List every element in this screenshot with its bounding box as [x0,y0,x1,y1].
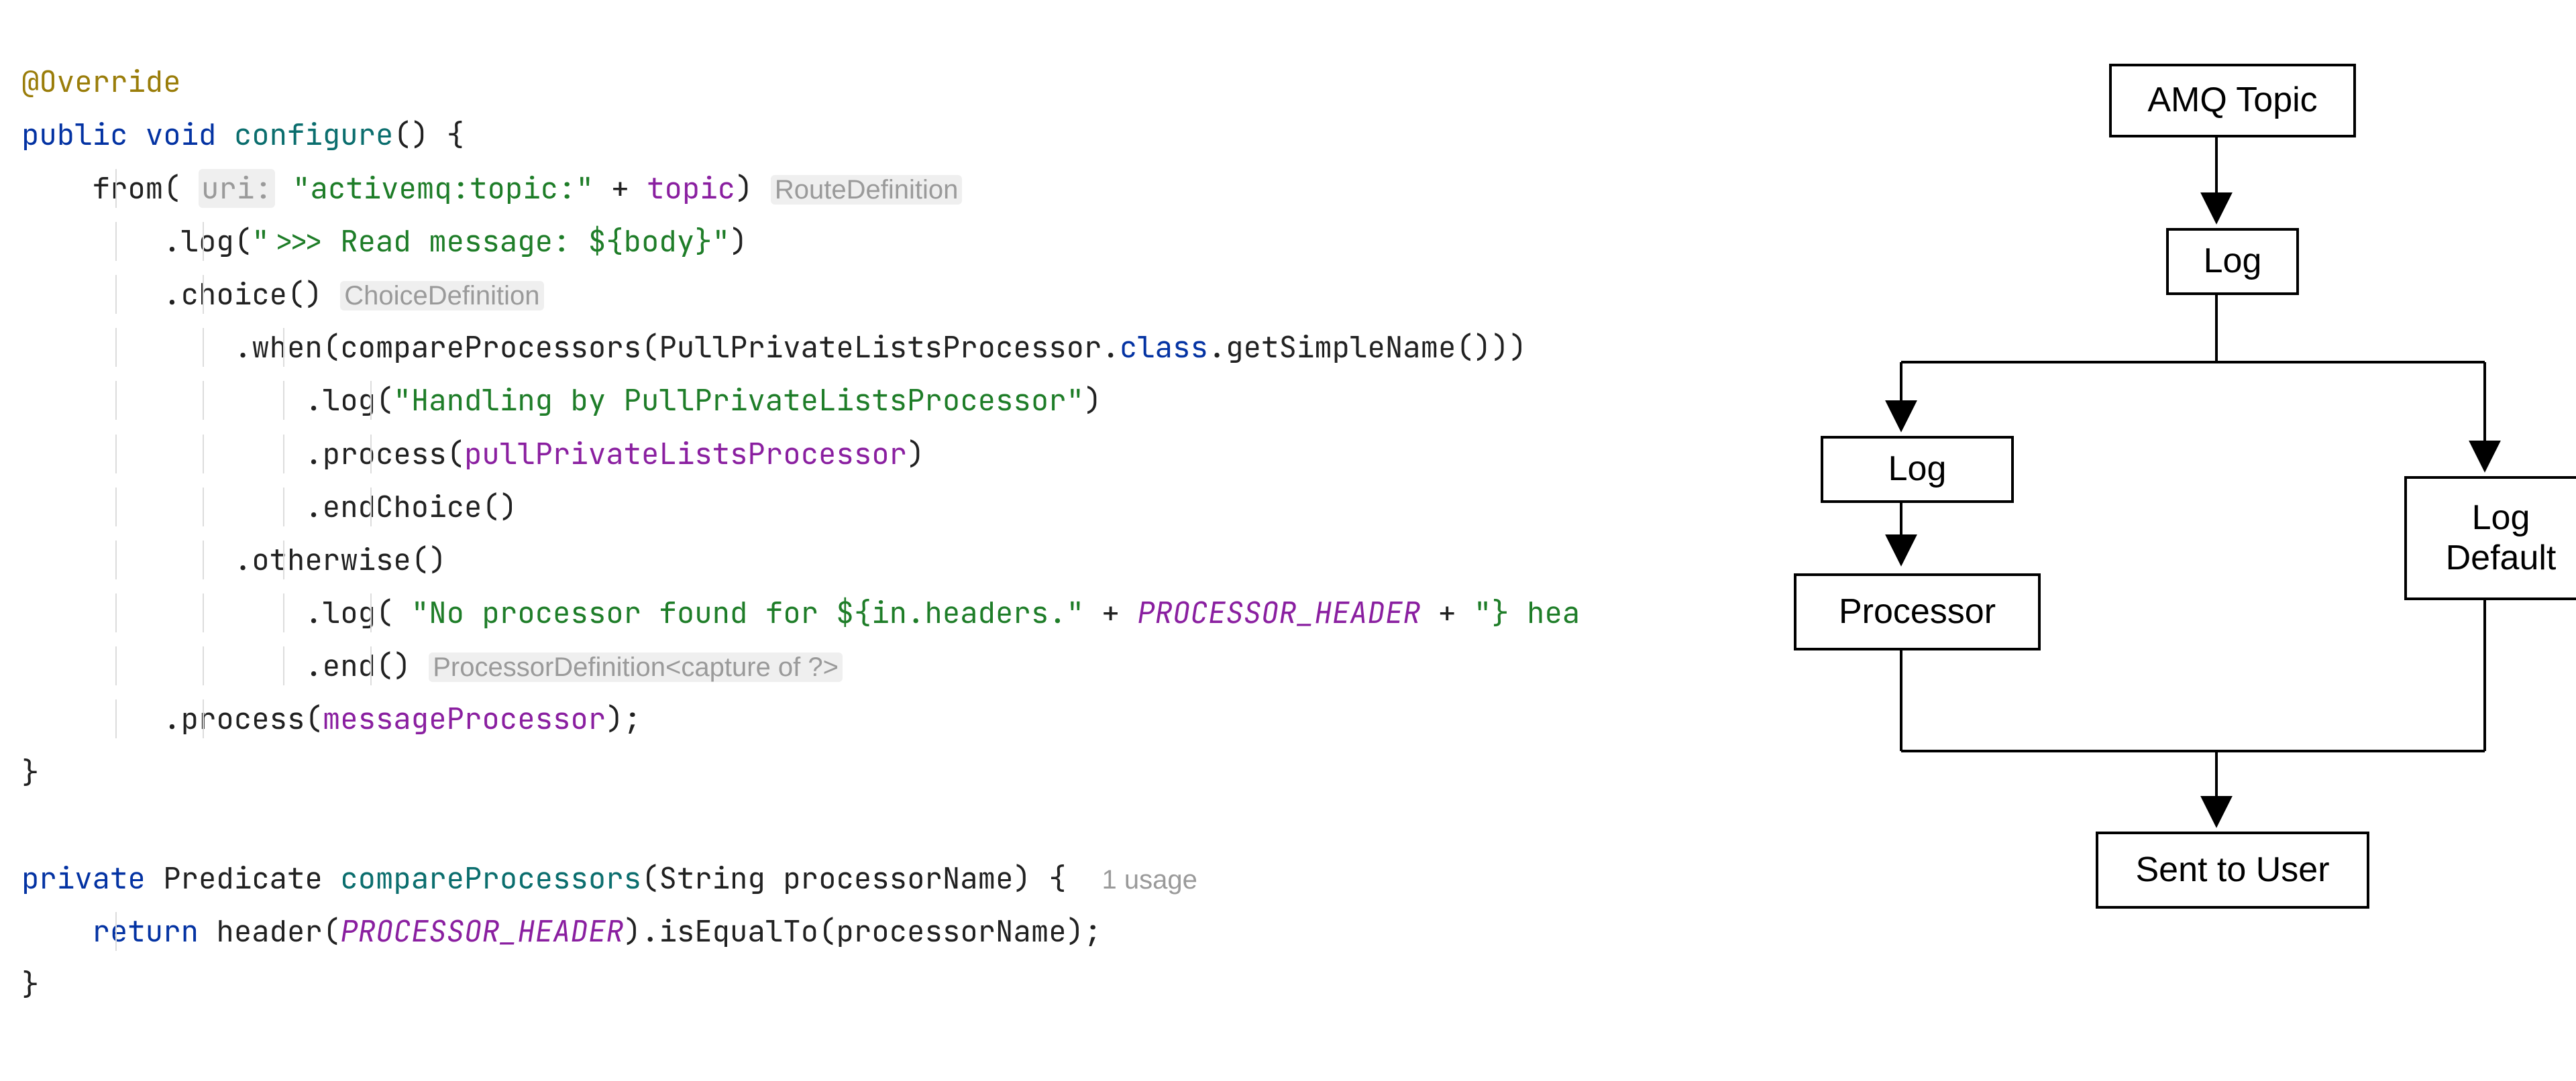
punct: ) [624,912,641,951]
string-read-message: ">>> Read message: ${body}" [252,222,730,261]
punct: } [21,965,39,1004]
flow-diagram: AMQ Topic Log Log LogDefault Processor S… [1666,0,2576,1081]
call-log: .log [305,381,376,420]
const-processor-header: PROCESSOR_HEADER [1137,593,1420,632]
method-configure: configure [234,115,394,154]
punct: ( [323,328,340,367]
node-label: Sent to User [2135,850,2329,891]
hint-processor-definition: ProcessorDefinition<capture of ?> [429,652,843,682]
punct: ( [376,593,411,632]
punct: ( [641,328,659,367]
punct: ) { [1013,859,1102,898]
code-editor[interactable]: @Override public void configure() { from… [0,0,1666,1081]
hint-route-definition: RouteDefinition [771,175,963,205]
punct: . [1102,328,1119,367]
call-header: header [216,912,322,951]
call-when: .when [234,328,323,367]
punct: ( [447,435,464,473]
param-processor-name: processorName [783,859,1013,898]
text: Log [2472,498,2530,537]
call-getsimplename: .getSimpleName() [1208,328,1491,367]
call-endchoice: .endChoice() [305,488,517,526]
keyword-private: private [21,859,146,898]
punct: ); [606,699,641,738]
punct: } [21,753,39,792]
node-log-default: LogDefault [2404,476,2576,600]
punct: ) [1084,381,1102,420]
param-hint-uri: uri: [199,169,275,208]
punct: ( [163,169,199,208]
field-message-processor: messageProcessor [323,699,606,738]
call-otherwise: .otherwise() [234,540,447,579]
punct: () { [393,115,464,154]
usage-count[interactable]: 1 usage [1102,865,1197,895]
keyword-public: public [21,115,127,154]
root: @Override public void configure() { from… [0,0,2576,1081]
punct: ( [641,859,659,898]
type-predicate: Predicate [163,859,323,898]
punct: ) [730,222,747,261]
call-end: .end() [305,646,411,685]
keyword-void: void [146,115,217,154]
node-amq-topic: AMQ Topic [2109,64,2356,137]
string-noproc-1: "No processor found for ${in.headers." [411,593,1084,632]
call-choice: .choice() [163,275,323,314]
call-compare-processors: compareProcessors [340,328,641,367]
annotation-override: @Override [21,62,181,101]
node-label: AMQ Topic [2147,80,2317,121]
node-log-branch: Log [1821,436,2014,503]
node-label: Log [2204,241,2262,282]
call-log: .log [163,222,234,261]
text: Default [2446,538,2557,577]
string-noproc-2: "} hea [1474,593,1580,632]
hint-choice-definition: ChoiceDefinition [340,281,543,310]
node-label: LogDefault [2446,498,2557,579]
ref-processor-name: processorName [836,912,1066,951]
call-from: from [93,169,164,208]
type-pullproc: PullPrivateListsProcessor [659,328,1102,367]
const-processor-header: PROCESSOR_HEADER [340,912,623,951]
punct: ( [818,912,836,951]
call-process: .process [305,435,446,473]
string-handling: "Handling by PullPrivateListsProcessor" [393,381,1084,420]
punct: ); [1067,912,1102,951]
call-is-equal-to: .isEqualTo [641,912,818,951]
node-processor: Processor [1794,573,2041,650]
punct: ( [305,699,322,738]
method-compare-processors: compareProcessors [340,859,641,898]
punct: ( [323,912,340,951]
call-log: .log [305,593,376,632]
type-string: String [659,859,765,898]
punct: ( [234,222,252,261]
keyword-return: return [93,912,199,951]
node-sent-to-user: Sent to User [2096,832,2369,909]
punct: + [1421,593,1474,632]
field-pullproc: pullPrivateListsProcessor [464,435,907,473]
keyword-class: class [1120,328,1208,367]
call-process: .process [163,699,305,738]
field-topic: topic [647,169,735,208]
node-label: Processor [1839,592,1996,632]
punct: ) [735,169,771,208]
string-activemq: "activemq:topic:" [292,169,594,208]
punct: ( [376,381,393,420]
node-label: Log [1888,449,1947,490]
node-log: Log [2166,228,2299,295]
punct: + [594,169,647,208]
punct: + [1084,593,1137,632]
punct: )) [1491,328,1527,367]
punct: ) [907,435,924,473]
